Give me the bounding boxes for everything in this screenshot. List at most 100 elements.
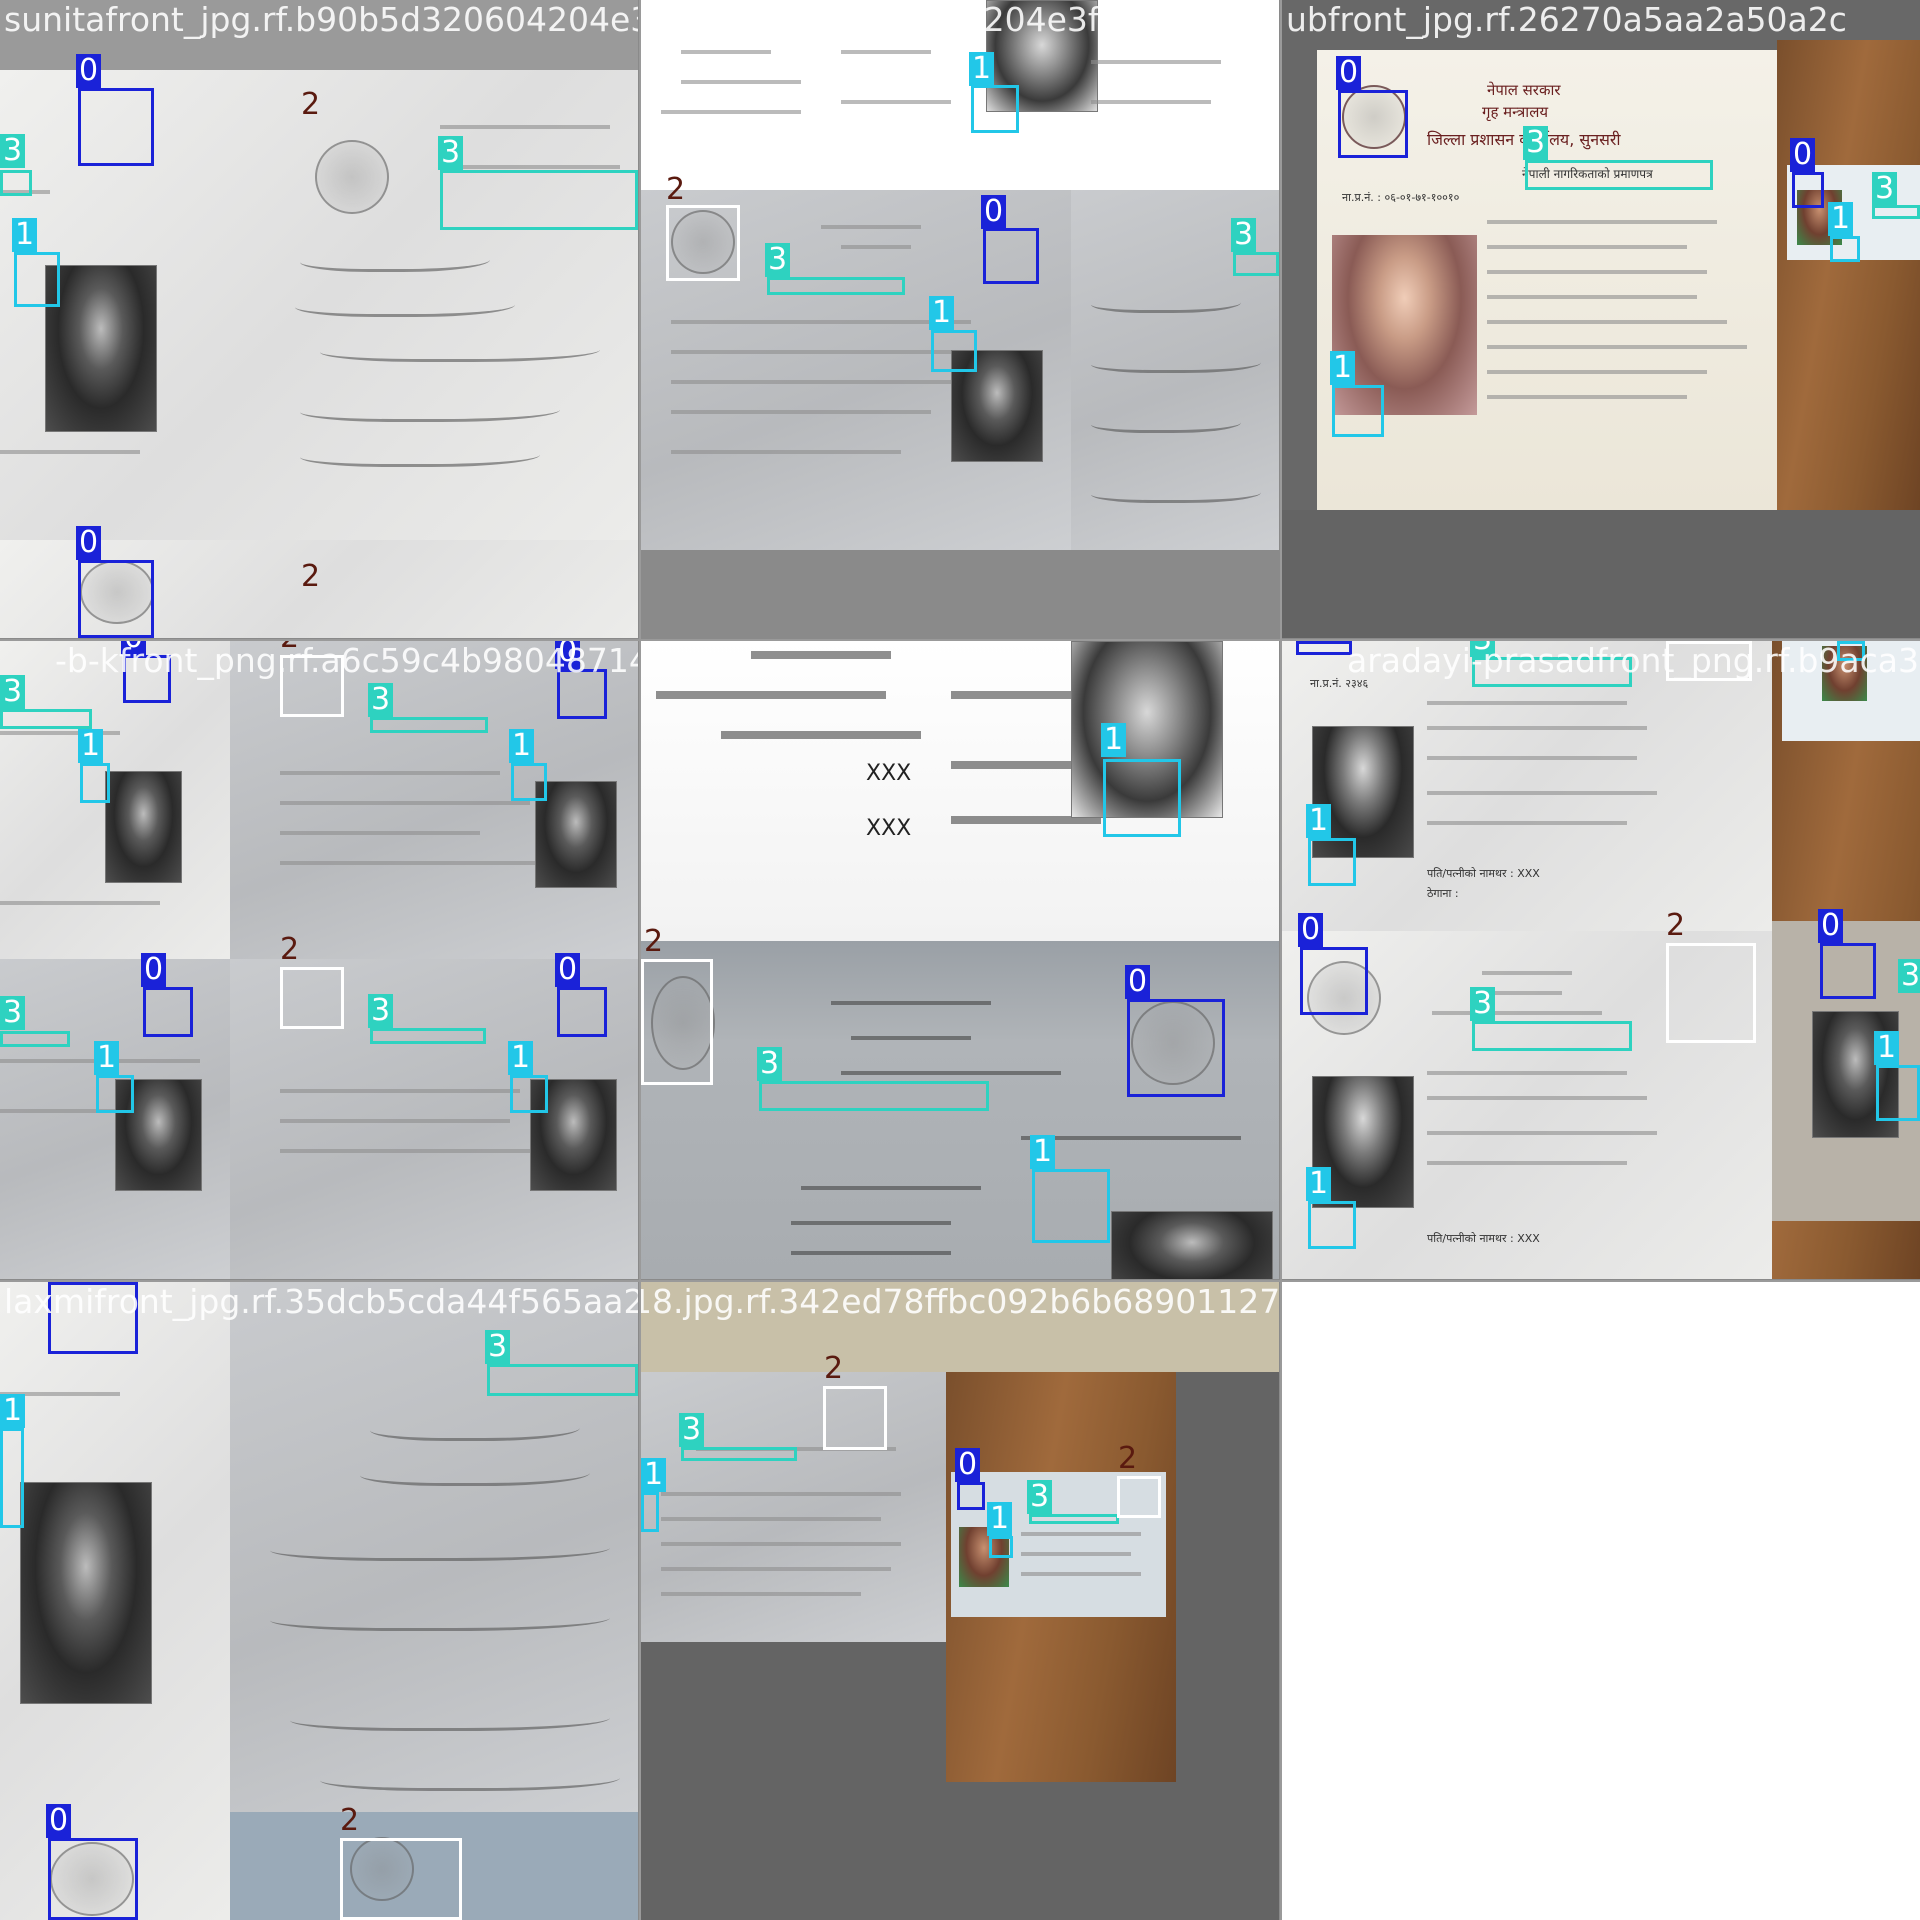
bbox-emblem (1127, 999, 1225, 1097)
doc-title: नेपाल सरकार (1487, 81, 1561, 99)
xxx-field: XXX (866, 816, 912, 841)
spouse-field: पति/पत्नीको नामथर : XXX (1427, 867, 1540, 880)
class-label-1: 1 (641, 1458, 667, 1492)
class-label-3: 3 (368, 683, 394, 717)
bbox-title (1029, 1514, 1119, 1524)
bbox-signature (510, 1075, 548, 1113)
bbox-emblem (957, 1482, 985, 1510)
class-label-1: 1 (94, 1041, 120, 1075)
grid-divider (1280, 0, 1282, 1920)
grid-divider (639, 0, 641, 1920)
scan-image (230, 1282, 638, 1812)
class-label-2: 2 (280, 932, 300, 967)
bbox-signature (0, 1428, 24, 1528)
bbox-signature (989, 1536, 1013, 1558)
class-label-0: 0 (1336, 56, 1362, 90)
class-label-1: 1 (1330, 351, 1356, 385)
image-caption: 18.jpg.rf.342ed78ffbc092b6b68901127d5507 (641, 1282, 1279, 1321)
bbox-signature (14, 252, 60, 307)
bbox-title (0, 1031, 70, 1047)
bbox-emblem (78, 88, 154, 166)
class-label-0: 0 (46, 1804, 72, 1838)
doc-ministry: गृह मन्त्रालय (1482, 103, 1549, 121)
bbox-title (1233, 252, 1279, 276)
bbox-stamp (1666, 943, 1756, 1043)
image-caption: aradayi-prasadfront_png.rf.b9aca33e (1347, 641, 1920, 680)
bbox-signature (511, 763, 547, 801)
class-label-0: 0 (1790, 138, 1816, 172)
class-label-1: 1 (509, 729, 535, 763)
bbox-emblem (48, 1838, 138, 1920)
class-label-1: 1 (1101, 723, 1127, 757)
bbox-emblem (983, 228, 1039, 284)
bbox-emblem (1820, 943, 1876, 999)
bbox-emblem (557, 987, 607, 1037)
bbox-emblem (1338, 90, 1408, 158)
class-label-1: 1 (969, 52, 995, 86)
bbox-signature (1876, 1065, 1920, 1121)
image-caption: -b-kfront_png.rf.a6c59c4b980487140-20240… (55, 641, 638, 680)
class-label-3: 3 (679, 1413, 705, 1447)
bbox-title (759, 1081, 989, 1111)
grid-divider (0, 1280, 1920, 1282)
scan-image: XXX XXX (641, 641, 1279, 941)
xxx-field: XXX (866, 761, 912, 786)
bbox-signature (1032, 1169, 1110, 1243)
bbox-title (370, 1028, 486, 1044)
class-label-0: 0 (141, 953, 167, 987)
class-label-0: 0 (1298, 913, 1324, 947)
bbox-stamp (666, 205, 740, 281)
class-label-1: 1 (929, 296, 955, 330)
bbox-emblem (78, 560, 154, 638)
spouse-field: पति/पत्नीको नामथर : XXX (1427, 1232, 1540, 1245)
class-label-2: 2 (1118, 1441, 1138, 1476)
image-caption: laxmifront_jpg.rf.35dcb5cda44f565aa21863 (4, 1282, 638, 1321)
bbox-stamp (280, 967, 344, 1029)
class-label-1: 1 (508, 1041, 534, 1075)
portrait-photo (45, 265, 157, 432)
scan-image (0, 641, 230, 959)
class-label-0: 0 (955, 1448, 981, 1482)
class-label-1: 1 (1828, 202, 1854, 236)
image-caption: ubfront_jpg.rf.26270a5aa2a50a2c (1286, 0, 1847, 39)
bbox-stamp (823, 1386, 887, 1450)
doc-ref: ना.प्र.नं. : ०६-०१-७१-१००१० (1342, 191, 1460, 204)
bbox-signature (641, 1492, 659, 1532)
class-label-1: 1 (1030, 1135, 1056, 1169)
bbox-emblem (143, 987, 193, 1037)
class-label-3: 3 (1898, 959, 1920, 993)
bbox-title (487, 1364, 638, 1396)
class-label-0: 0 (1125, 965, 1151, 999)
bbox-title (0, 709, 92, 729)
class-label-3: 3 (1872, 172, 1898, 206)
class-label-1: 1 (1306, 1167, 1332, 1201)
tile-7: 18.jpg.rf.342ed78ffbc092b6b68901127d5507… (641, 1282, 1279, 1920)
class-label-1: 1 (12, 218, 38, 252)
scan-image (946, 1372, 1176, 1782)
bbox-emblem (1792, 172, 1824, 208)
bbox-title (440, 170, 638, 230)
bbox-signature (96, 1075, 134, 1113)
tile-3: -b-kfront_png.rf.a6c59c4b980487140-20240… (0, 641, 638, 1279)
tile-0: sunitafront_jpg.rf.b90b5d320604204e3f03d… (0, 0, 638, 638)
bbox-emblem (1296, 641, 1352, 655)
bbox-title (0, 170, 32, 196)
class-label-1: 1 (78, 729, 104, 763)
class-label-3: 3 (0, 134, 26, 168)
class-label-3: 3 (1470, 987, 1496, 1021)
class-label-3: 3 (368, 994, 394, 1028)
bbox-stamp (641, 959, 713, 1085)
class-label-2: 2 (301, 87, 321, 122)
class-label-0: 0 (76, 526, 102, 560)
bbox-title (370, 717, 488, 733)
bbox-signature (1308, 1201, 1356, 1249)
class-label-2: 2 (340, 1803, 360, 1838)
tile-6: laxmifront_jpg.rf.35dcb5cda44f565aa21863… (0, 1282, 638, 1920)
scan-image (1777, 40, 1920, 510)
tile-4: XXX XXX 1 2 3 0 1 (641, 641, 1279, 1279)
class-label-3: 3 (0, 675, 26, 709)
class-label-3: 3 (765, 243, 791, 277)
tile-8-empty (1282, 1282, 1920, 1920)
bbox-title (1525, 160, 1713, 190)
bbox-title (1472, 1021, 1632, 1051)
